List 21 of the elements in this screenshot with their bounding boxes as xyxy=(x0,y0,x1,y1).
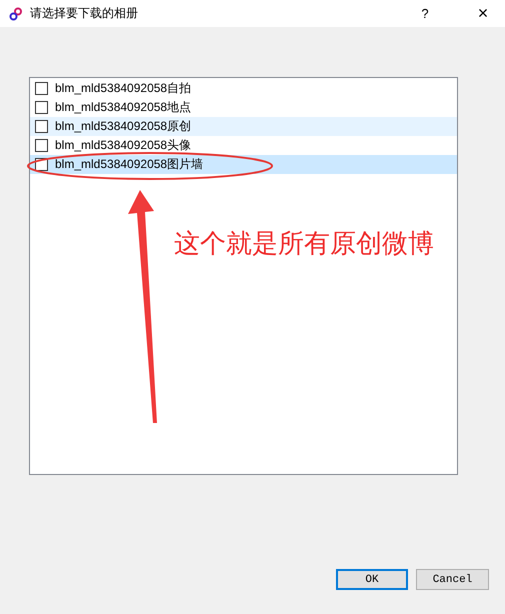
annotation-text: 这个就是所有原创微博 xyxy=(174,227,434,260)
album-item[interactable]: blm_mld5384092058原创 xyxy=(30,117,457,136)
album-label: blm_mld5384092058头像 xyxy=(55,137,192,154)
app-icon xyxy=(9,6,23,20)
help-button[interactable]: ? xyxy=(415,6,435,21)
album-label: blm_mld5384092058自拍 xyxy=(55,80,192,97)
close-button[interactable]: × xyxy=(473,3,493,24)
checkbox[interactable] xyxy=(35,139,48,152)
album-item[interactable]: blm_mld5384092058头像 xyxy=(30,136,457,155)
checkbox[interactable] xyxy=(35,101,48,114)
album-label: blm_mld5384092058地点 xyxy=(55,99,192,116)
album-item[interactable]: blm_mld5384092058地点 xyxy=(30,98,457,117)
album-item[interactable]: blm_mld5384092058自拍 xyxy=(30,79,457,98)
album-item[interactable]: blm_mld5384092058图片墙 xyxy=(30,155,457,174)
window-title: 请选择要下载的相册 xyxy=(30,5,139,22)
album-label: blm_mld5384092058原创 xyxy=(55,118,192,135)
cancel-button[interactable]: Cancel xyxy=(416,569,489,590)
checkbox[interactable] xyxy=(35,82,48,95)
ok-button[interactable]: OK xyxy=(336,569,408,590)
checkbox[interactable] xyxy=(35,120,48,133)
album-label: blm_mld5384092058图片墙 xyxy=(55,156,204,173)
